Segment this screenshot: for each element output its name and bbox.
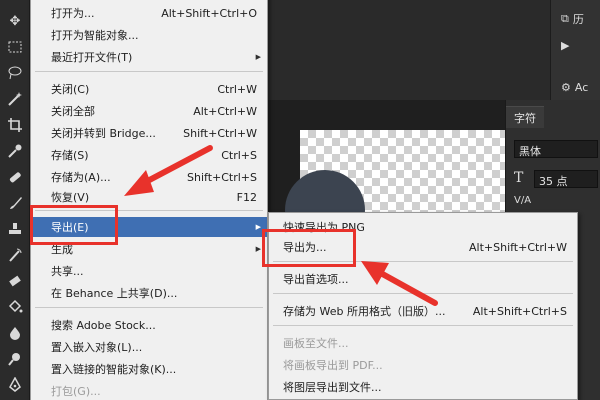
history-brush-tool-icon[interactable] (0, 244, 30, 266)
actions-label: Ac (574, 80, 589, 94)
menu-item-shortcut: Shift+Ctrl+W (183, 126, 257, 140)
tab-character[interactable]: 字符 (506, 106, 544, 128)
menu-separator (273, 325, 573, 326)
healing-brush-tool-icon[interactable] (0, 166, 30, 188)
menu-item-artboards-to-files: 画板至文件... (269, 333, 577, 353)
menu-item-label: 共享... (51, 265, 84, 278)
menu-separator (35, 71, 263, 72)
font-size-icon: T (514, 170, 524, 186)
menu-item-open-as-smart-object[interactable]: 打开为智能对象... (31, 25, 267, 45)
menu-item-close[interactable]: 关闭(C) Ctrl+W (31, 79, 267, 99)
eraser-tool-icon[interactable] (0, 270, 30, 292)
menu-item-share[interactable]: 共享... (31, 261, 267, 281)
menu-item-shortcut: F12 (236, 190, 257, 204)
menu-item-label: 在 Behance 上共享(D)... (51, 287, 178, 300)
menu-item-label: 将画板导出到 PDF... (283, 359, 383, 372)
history-panel-button[interactable]: ⧉ 历 (551, 6, 600, 32)
menu-item-shortcut: Ctrl+W (217, 82, 257, 96)
menu-item-place-embedded[interactable]: 置入嵌入对象(L)... (31, 337, 267, 357)
dodge-tool-icon[interactable] (0, 348, 30, 370)
menu-item-label: 画板至文件... (283, 337, 349, 350)
lasso-tool-icon[interactable] (0, 62, 30, 84)
menu-item-label: 将图层导出到文件... (283, 381, 382, 394)
annotation-arrow-export (124, 145, 213, 196)
play-icon: ▶ (561, 38, 570, 52)
menu-item-label: 打包(G)... (51, 385, 101, 398)
tools-panel: ✥ (0, 0, 30, 400)
menu-item-layers-to-files[interactable]: 将图层导出到文件... (269, 377, 577, 397)
menu-item-label: 最近打开文件(T) (51, 51, 133, 64)
blur-tool-icon[interactable] (0, 322, 30, 344)
menu-item-search-adobe-stock[interactable]: 搜索 Adobe Stock... (31, 315, 267, 335)
history-icon: ⧉ (561, 12, 569, 25)
menu-item-label: 打开为... (51, 7, 95, 20)
menu-separator (35, 307, 263, 308)
annotation-box-export (30, 205, 118, 245)
menu-item-label: 恢复(V) (51, 191, 90, 204)
document-tab-area (240, 0, 580, 100)
font-size-field[interactable]: 35 点 (534, 170, 598, 188)
menu-item-label: 存储(S) (51, 149, 89, 162)
menu-item-shortcut: Ctrl+S (221, 148, 257, 162)
menu-item-open-as[interactable]: 打开为... Alt+Shift+Ctrl+O (31, 3, 267, 23)
menu-item-shortcut: Alt+Ctrl+W (193, 104, 257, 118)
annotation-arrow-export-as (361, 261, 438, 306)
actions-icon: ⚙ (561, 80, 571, 94)
menu-item-label: 置入嵌入对象(L)... (51, 341, 143, 354)
menu-item-label: 关闭并转到 Bridge... (51, 127, 156, 140)
menu-item-close-all[interactable]: 关闭全部 Alt+Ctrl+W (31, 101, 267, 121)
menu-item-artboards-to-pdf: 将画板导出到 PDF... (269, 355, 577, 375)
menu-item-share-on-behance[interactable]: 在 Behance 上共享(D)... (31, 283, 267, 303)
tracking-label: V/A (514, 195, 532, 206)
menu-item-shortcut: Alt+Shift+Ctrl+O (161, 6, 257, 20)
menu-item-recent-files[interactable]: 最近打开文件(T) (31, 47, 267, 67)
play-button[interactable]: ▶ (551, 32, 600, 58)
menu-item-shortcut: Alt+Shift+Ctrl+S (472, 304, 567, 318)
menu-item-shortcut: Alt+Shift+Ctrl+W (469, 240, 567, 254)
brush-tool-icon[interactable] (0, 192, 30, 214)
menu-item-label: 存储为(A)... (51, 171, 111, 184)
magic-wand-tool-icon[interactable] (0, 88, 30, 110)
crop-tool-icon[interactable] (0, 114, 30, 136)
menu-item-label: 置入链接的智能对象(K)... (51, 363, 177, 376)
annotation-box-export-as (262, 229, 356, 267)
menu-item-label: 关闭(C) (51, 83, 90, 96)
paint-bucket-tool-icon[interactable] (0, 296, 30, 318)
menu-item-label: 搜索 Adobe Stock... (51, 319, 156, 332)
menu-item-package: 打包(G)... (31, 381, 267, 400)
menu-item-label: 打开为智能对象... (51, 29, 139, 42)
move-tool-icon[interactable]: ✥ (0, 10, 30, 32)
history-label: 历 (572, 13, 584, 26)
menu-item-label: 导出首选项... (283, 273, 349, 286)
stamp-tool-icon[interactable] (0, 218, 30, 240)
actions-panel-button[interactable]: ⚙ Ac (551, 74, 600, 100)
menu-item-place-linked[interactable]: 置入链接的智能对象(K)... (31, 359, 267, 379)
menu-item-label: 关闭全部 (51, 105, 95, 118)
eyedropper-tool-icon[interactable] (0, 140, 30, 162)
marquee-tool-icon[interactable] (0, 36, 30, 58)
font-family-select[interactable]: 黑体 (514, 140, 598, 158)
pen-tool-icon[interactable] (0, 374, 30, 396)
